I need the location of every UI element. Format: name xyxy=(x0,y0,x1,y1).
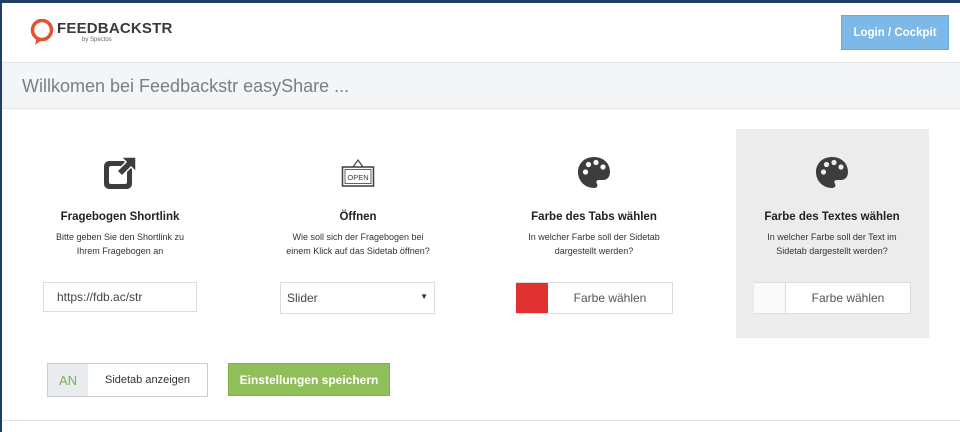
tab-color-column: Farbe des Tabs wählen In welcher Farbe s… xyxy=(499,130,689,258)
logo-name: FEEDBACKSTR xyxy=(57,20,173,37)
chevron-down-icon: ▼ xyxy=(420,292,428,301)
text-color-description: In welcher Farbe soll der Text im Sideta… xyxy=(737,230,927,258)
text-color-title: Farbe des Textes wählen xyxy=(764,211,900,223)
open-desc-line2: einem Klick auf das Sidetab öffnen? xyxy=(286,246,430,256)
open-mode-selected: Slider xyxy=(287,291,318,305)
text-color-column: Farbe des Textes wählen In welcher Farbe… xyxy=(737,130,927,258)
login-cockpit-button[interactable]: Login / Cockpit xyxy=(841,15,949,50)
logo-subtitle: by Spectos xyxy=(82,37,112,43)
tab-color-title: Farbe des Tabs wählen xyxy=(531,211,657,223)
open-mode-select[interactable]: Slider ▼ xyxy=(280,282,435,314)
tab-color-swatch[interactable] xyxy=(516,282,548,313)
palette-icon xyxy=(816,157,848,188)
tab-color-description: In welcher Farbe soll der Sidetab darges… xyxy=(499,230,689,258)
toggle-label: Sidetab anzeigen xyxy=(104,374,190,386)
tab-color-desc-line1: In welcher Farbe soll der Sidetab xyxy=(528,232,660,242)
text-color-swatch[interactable] xyxy=(754,282,786,313)
open-sign-icon: OPEN xyxy=(341,158,375,187)
tab-color-desc-line2: dargestellt werden? xyxy=(554,246,634,256)
divider xyxy=(2,420,960,421)
text-color-desc-line2: Sidetab dargestellt werden? xyxy=(776,246,888,256)
sidetab-toggle[interactable]: AN Sidetab anzeigen xyxy=(47,363,208,397)
page-title: Willkomen bei Feedbackstr easyShare ... xyxy=(22,76,350,96)
shortlink-column: Fragebogen Shortlink Bitte geben Sie den… xyxy=(25,130,215,258)
logo-icon xyxy=(30,19,54,45)
palette-icon xyxy=(578,157,610,188)
toggle-state: AN xyxy=(48,364,88,396)
welcome-bar: Willkomen bei Feedbackstr easyShare ... xyxy=(2,62,960,109)
save-settings-button[interactable]: Einstellungen speichern xyxy=(228,363,390,396)
external-link-icon xyxy=(104,156,137,189)
shortlink-desc-line1: Bitte geben Sie den Shortlink zu xyxy=(55,232,185,242)
header: FEEDBACKSTR by Spectos Login / Cockpit xyxy=(2,3,960,62)
open-description: Wie soll sich der Fragebogen bei einem K… xyxy=(263,230,453,258)
tab-color-picker[interactable]: Farbe wählen xyxy=(516,282,673,314)
open-desc-line1: Wie soll sich der Fragebogen bei xyxy=(292,232,424,242)
text-color-picker[interactable]: Farbe wählen xyxy=(754,282,911,314)
tab-color-choose-label: Farbe wählen xyxy=(573,291,647,305)
shortlink-input[interactable]: https://fdb.ac/str xyxy=(43,282,197,312)
shortlink-title: Fragebogen Shortlink xyxy=(60,211,180,223)
shortlink-input-value: https://fdb.ac/str xyxy=(57,290,143,304)
open-sign-text: OPEN xyxy=(347,173,368,182)
logo[interactable]: FEEDBACKSTR by Spectos xyxy=(30,19,173,47)
shortlink-description: Bitte geben Sie den Shortlink zu Ihrem F… xyxy=(25,230,215,258)
shortlink-desc-line2: Ihrem Fragebogen an xyxy=(76,246,164,256)
open-column: OPEN Öffnen Wie soll sich der Fragebogen… xyxy=(263,130,453,258)
text-color-desc-line1: In welcher Farbe soll der Text im xyxy=(767,232,897,242)
open-title: Öffnen xyxy=(339,211,377,223)
text-color-choose-label: Farbe wählen xyxy=(811,291,885,305)
